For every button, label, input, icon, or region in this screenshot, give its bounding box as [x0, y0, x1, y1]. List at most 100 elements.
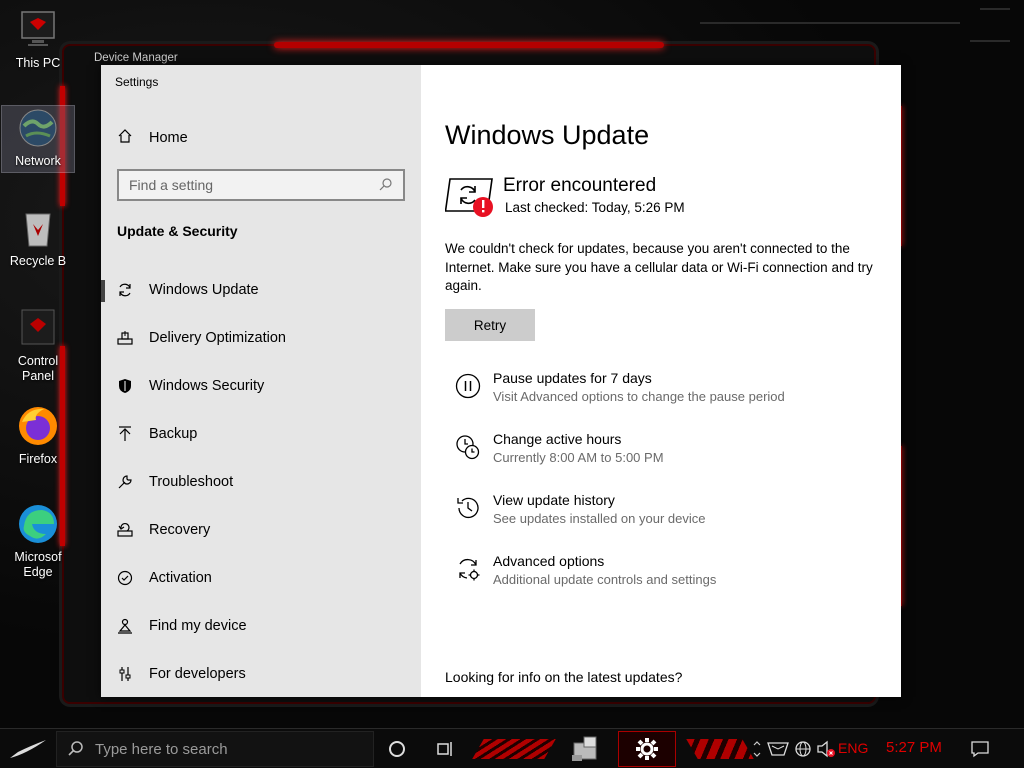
desktop-icon-label: This PC [15, 56, 61, 70]
notification-icon [971, 741, 989, 758]
chevron-updown-icon [753, 741, 761, 757]
wrench-icon [117, 474, 133, 490]
edge-icon [16, 502, 60, 546]
start-logo-icon [10, 740, 46, 758]
settings-nav: Settings Home Find a setting Update & Se… [101, 65, 421, 697]
nav-item-delivery-optimization[interactable]: Delivery Optimization [101, 318, 421, 358]
start-button[interactable] [0, 729, 56, 768]
titlebar-drag-area[interactable] [421, 65, 764, 97]
wallpaper-stripe [970, 40, 1010, 42]
content-pane: Windows Update Error encountered Last ch… [421, 65, 901, 697]
tray-rog-app[interactable] [766, 729, 790, 768]
nav-item-label: Backup [149, 426, 198, 442]
backup-arrow-icon [117, 426, 133, 442]
search-icon [379, 177, 393, 194]
taskbar: Type here to search ENG 5:27 PM [0, 728, 1024, 768]
option-subtitle: See updates installed on your device [493, 511, 706, 526]
nav-item-label: Find my device [149, 618, 247, 634]
desktop-icon-label: Firefox [18, 452, 58, 466]
option-title: Change active hours [493, 431, 622, 447]
window-title: Settings [115, 75, 159, 89]
nav-item-label: Delivery Optimization [149, 330, 286, 346]
task-view-icon [437, 742, 452, 756]
desktop-icon-network[interactable]: Network [1, 105, 75, 173]
pause-icon [455, 373, 481, 399]
history-icon [455, 495, 481, 521]
search-icon [68, 741, 83, 756]
nav-home-label: Home [149, 130, 188, 146]
nav-item-activation[interactable]: Activation [101, 558, 421, 598]
action-center-button[interactable] [970, 729, 990, 768]
desktop-icon-this-pc[interactable]: This PC [2, 8, 74, 71]
show-hidden-icons-button[interactable] [752, 729, 762, 768]
nav-item-label: Windows Update [149, 282, 259, 298]
nav-item-windows-security[interactable]: Windows Security [101, 366, 421, 406]
desktop-icon-label: Network [15, 154, 61, 168]
device-manager-icon [572, 736, 597, 761]
cortana-circle-icon [389, 741, 405, 757]
option-subtitle: Additional update controls and settings [493, 572, 717, 587]
desktop-icon-recycle-bin[interactable]: Recycle B [2, 206, 74, 269]
nav-item-for-developers[interactable]: For developers [101, 654, 421, 694]
control-panel-icon [16, 306, 60, 350]
desktop-icon-label: Microsof Edge [14, 550, 62, 579]
window-red-accent [274, 42, 664, 48]
person-pin-icon [117, 618, 133, 634]
recycle-bin-icon [16, 206, 60, 250]
option-title: View update history [493, 492, 615, 508]
wallpaper-stripe [700, 22, 960, 24]
desktop-icon-edge[interactable]: Microsof Edge [2, 502, 74, 580]
nav-item-label: Windows Security [149, 378, 265, 394]
nav-item-label: Activation [149, 570, 212, 586]
taskbar-decoration [686, 739, 754, 759]
nav-item-label: For developers [149, 666, 246, 682]
option-advanced-options[interactable]: Advanced options Additional update contr… [455, 553, 875, 597]
nav-item-recovery[interactable]: Recovery [101, 510, 421, 550]
option-active-hours[interactable]: Change active hours Currently 8:00 AM to… [455, 431, 875, 475]
desktop-icon-control-panel[interactable]: Control Panel [2, 306, 74, 384]
cortana-button[interactable] [374, 729, 420, 768]
status-title: Error encountered [503, 175, 657, 196]
option-title: Advanced options [493, 553, 605, 569]
task-view-button[interactable] [422, 729, 468, 768]
nav-home[interactable]: Home [117, 128, 188, 148]
search-placeholder: Find a setting [129, 177, 214, 193]
nav-item-troubleshoot[interactable]: Troubleshoot [101, 462, 421, 502]
desktop-icon-firefox[interactable]: Firefox [2, 404, 74, 467]
home-icon [117, 128, 133, 148]
last-checked-text: Last checked: Today, 5:26 PM [505, 200, 685, 215]
option-pause-updates[interactable]: Pause updates for 7 days Visit Advanced … [455, 370, 875, 414]
rog-shield-icon [767, 742, 789, 756]
taskbar-search-box[interactable]: Type here to search [56, 731, 374, 767]
tray-volume[interactable] [816, 729, 836, 768]
taskbar-search-placeholder: Type here to search [95, 740, 228, 758]
nav-item-find-my-device[interactable]: Find my device [101, 606, 421, 646]
taskbar-app-device-manager[interactable] [558, 731, 616, 767]
nav-section-title: Update & Security [117, 223, 238, 239]
retry-button[interactable]: Retry [445, 309, 535, 341]
titlebar[interactable]: Settings [101, 65, 421, 97]
option-title: Pause updates for 7 days [493, 370, 652, 386]
latest-updates-info-link[interactable]: Looking for info on the latest updates? [445, 669, 682, 685]
delivery-optimization-icon [117, 330, 133, 346]
advanced-sync-gear-icon [455, 556, 481, 582]
option-subtitle: Visit Advanced options to change the pau… [493, 389, 785, 404]
tray-network[interactable] [794, 729, 812, 768]
nav-item-backup[interactable]: Backup [101, 414, 421, 454]
taskbar-app-settings[interactable] [618, 731, 676, 767]
shield-icon [117, 378, 133, 394]
option-update-history[interactable]: View update history See updates installe… [455, 492, 875, 536]
taskbar-clock[interactable]: 5:27 PM [886, 739, 942, 756]
wallpaper-stripe [980, 8, 1010, 10]
input-language-indicator[interactable]: ENG [838, 740, 868, 756]
firefox-icon [16, 404, 60, 448]
status-message: We couldn't check for updates, because y… [445, 241, 873, 293]
nav-item-label: Troubleshoot [149, 474, 234, 490]
nav-item-windows-update[interactable]: Windows Update [101, 270, 421, 310]
update-status: Error encountered Last checked: Today, 5… [444, 172, 885, 222]
developer-sliders-icon [117, 666, 133, 682]
sync-icon [117, 282, 133, 298]
settings-window: Settings Home Find a setting Update & Se… [101, 65, 901, 697]
find-setting-input[interactable]: Find a setting [117, 169, 405, 201]
option-subtitle: Currently 8:00 AM to 5:00 PM [493, 450, 664, 465]
